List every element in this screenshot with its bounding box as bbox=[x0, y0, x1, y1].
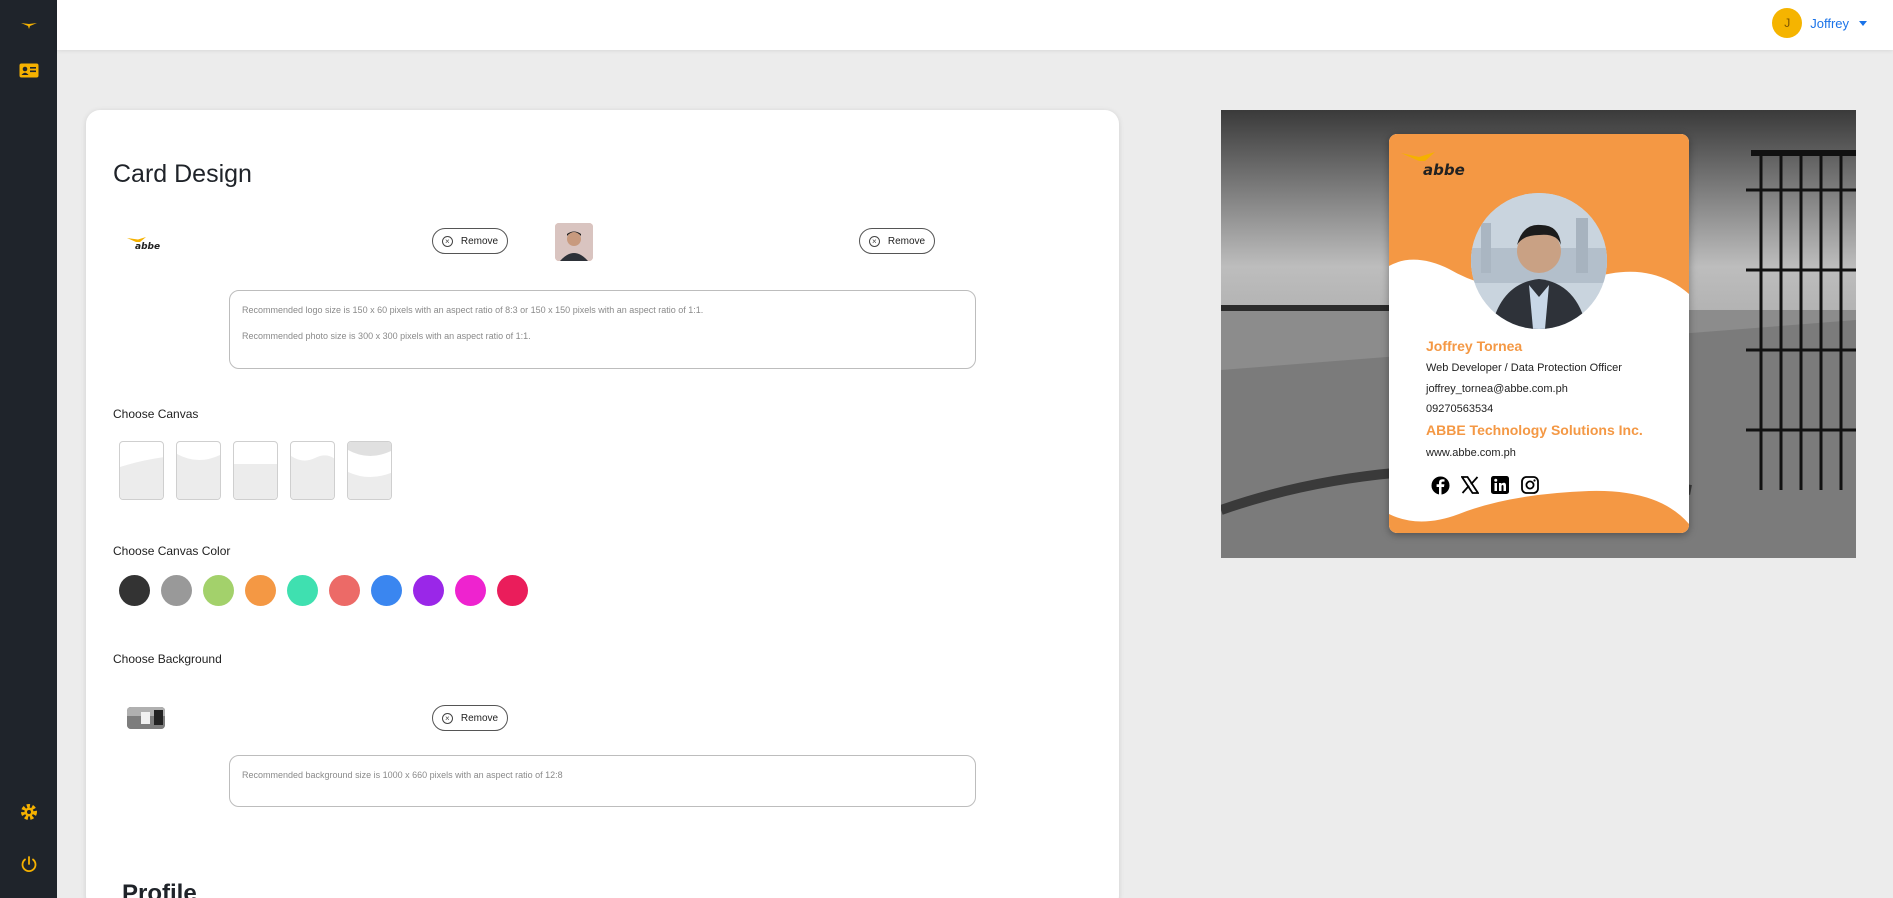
linkedin-icon[interactable] bbox=[1490, 475, 1510, 495]
card-website: www.abbe.com.ph bbox=[1426, 447, 1516, 459]
choose-canvas-label: Choose Canvas bbox=[113, 407, 199, 421]
remove-logo-button[interactable]: × Remove bbox=[432, 228, 508, 254]
remove-background-button[interactable]: × Remove bbox=[432, 705, 508, 731]
card-phone: 09270563534 bbox=[1426, 403, 1494, 415]
settings-button[interactable] bbox=[0, 794, 57, 830]
id-card-icon bbox=[19, 63, 38, 77]
canvas-color-swatch[interactable] bbox=[455, 575, 486, 606]
instagram-icon[interactable] bbox=[1520, 475, 1540, 495]
canvas-color-swatch[interactable] bbox=[287, 575, 318, 606]
gear-icon bbox=[20, 804, 37, 820]
canvas-color-swatch[interactable] bbox=[413, 575, 444, 606]
logout-button[interactable] bbox=[0, 846, 57, 882]
photo-thumbnail bbox=[555, 223, 593, 261]
canvas-color-swatch[interactable] bbox=[497, 575, 528, 606]
remove-label: Remove bbox=[460, 235, 499, 247]
photo-size-note: Recommended photo size is 300 x 300 pixe… bbox=[242, 330, 531, 341]
background-thumbnail bbox=[127, 707, 165, 729]
background-size-note-text: Recommended background size is 1000 x 66… bbox=[242, 770, 563, 780]
logo-size-note: Recommended logo size is 150 x 60 pixels… bbox=[242, 305, 704, 315]
logo-thumbnail: abbe bbox=[126, 234, 162, 252]
card-logo: abbe bbox=[1399, 148, 1469, 180]
canvas-option-1[interactable] bbox=[119, 441, 164, 500]
business-card: abbe Joffrey Tornea Web Developer / Data… bbox=[1389, 134, 1689, 533]
card-position: Web Developer / Data Protection Officer bbox=[1426, 362, 1622, 374]
close-icon: × bbox=[441, 712, 453, 724]
canvas-color-swatch[interactable] bbox=[245, 575, 276, 606]
x-icon[interactable] bbox=[1460, 475, 1480, 495]
close-icon: × bbox=[868, 235, 880, 247]
canvas-color-swatch[interactable] bbox=[161, 575, 192, 606]
user-menu[interactable]: J Joffrey bbox=[1772, 8, 1867, 38]
card-email: joffrey_tornea@abbe.com.ph bbox=[1426, 383, 1568, 395]
profile-heading: Profile bbox=[122, 880, 197, 898]
user-name: Joffrey bbox=[1810, 15, 1849, 31]
canvas-color-swatch[interactable] bbox=[371, 575, 402, 606]
canvas-color-swatch[interactable] bbox=[119, 575, 150, 606]
card-preview: abbe Joffrey Tornea Web Developer / Data… bbox=[1221, 110, 1856, 558]
canvas-option-2[interactable] bbox=[176, 441, 221, 500]
card-name: Joffrey Tornea bbox=[1426, 338, 1523, 354]
menu-toggle-button[interactable] bbox=[0, 6, 57, 42]
choose-canvas-color-label: Choose Canvas Color bbox=[113, 544, 231, 558]
card-company: ABBE Technology Solutions Inc. bbox=[1426, 422, 1643, 438]
facebook-icon[interactable] bbox=[1430, 475, 1450, 495]
remove-photo-button[interactable]: × Remove bbox=[859, 228, 935, 254]
page-title: Card Design bbox=[113, 160, 252, 188]
card-design-panel: Card Design abbe × Remove × Remove Recom… bbox=[86, 110, 1119, 898]
svg-text:abbe: abbe bbox=[135, 242, 160, 252]
id-card-nav-button[interactable] bbox=[0, 52, 57, 88]
image-size-note: Recommended logo size is 150 x 60 pixels… bbox=[229, 290, 976, 369]
canvas-color-swatch[interactable] bbox=[203, 575, 234, 606]
choose-background-label: Choose Background bbox=[113, 652, 222, 666]
canvas-option-5[interactable] bbox=[347, 441, 392, 500]
card-logo-text: abbe bbox=[1423, 161, 1465, 179]
canvas-option-4[interactable] bbox=[290, 441, 335, 500]
chevron-down-icon bbox=[1859, 20, 1867, 26]
remove-label: Remove bbox=[887, 235, 926, 247]
menu-toggle-icon bbox=[20, 23, 37, 29]
remove-label: Remove bbox=[460, 712, 499, 724]
top-bar: J Joffrey bbox=[57, 0, 1893, 50]
sidebar bbox=[0, 0, 57, 898]
avatar: J bbox=[1772, 8, 1803, 38]
background-size-note: Recommended background size is 1000 x 66… bbox=[229, 755, 976, 807]
card-photo bbox=[1471, 193, 1607, 329]
canvas-color-swatch[interactable] bbox=[329, 575, 360, 606]
close-icon: × bbox=[441, 235, 453, 247]
canvas-option-3[interactable] bbox=[233, 441, 278, 500]
power-icon bbox=[21, 856, 36, 873]
